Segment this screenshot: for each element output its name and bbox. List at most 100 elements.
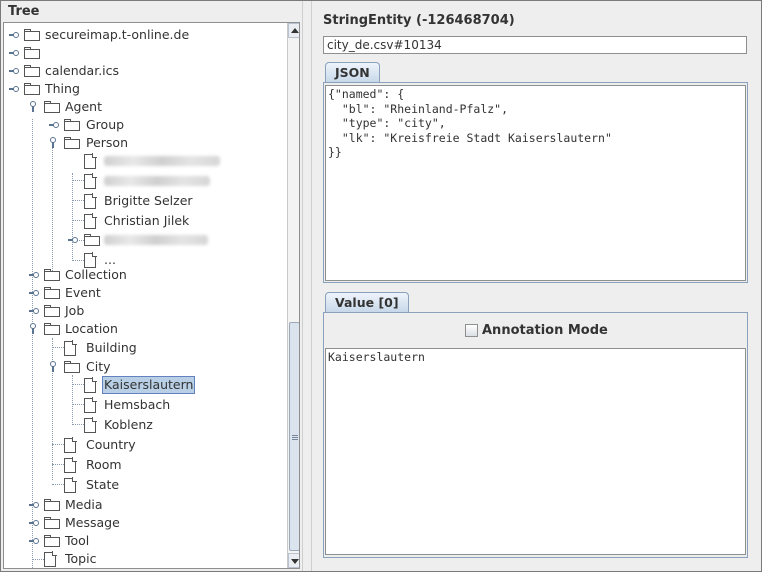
tree-node-city[interactable]: City (48, 358, 268, 376)
tree-node-building[interactable]: Building (48, 339, 268, 357)
expand-handle-icon[interactable] (29, 271, 39, 280)
expand-handle-icon[interactable] (29, 289, 39, 298)
grip-icon (292, 435, 298, 436)
expand-handle-icon[interactable] (29, 307, 39, 316)
annotation-mode-checkbox[interactable] (465, 324, 478, 337)
folder-icon (24, 29, 40, 41)
folder-icon (64, 137, 80, 149)
detail-panel: StringEntity (-126468704) city_de.csv#10… (312, 1, 761, 571)
file-icon (84, 173, 97, 189)
json-editor[interactable]: {"named": { "bl": "Rheinland-Pfalz", "ty… (325, 85, 746, 281)
tree-content: secureimap.t-online.de calendar.ics Thin… (4, 23, 286, 568)
expand-handle-icon[interactable] (29, 519, 39, 528)
tree-node-label: Event (65, 285, 101, 300)
tree-node-event[interactable]: Event (28, 284, 268, 302)
tab-json[interactable]: JSON (325, 62, 380, 82)
tree-node-topic[interactable]: Topic (28, 550, 268, 568)
folder-icon (84, 234, 100, 246)
collapse-handle-icon[interactable] (29, 101, 38, 112)
tree-node-calendar[interactable]: calendar.ics (8, 62, 268, 80)
folder-icon (24, 83, 40, 95)
tree-node-country[interactable]: Country (48, 436, 268, 454)
tree-node-label: Media (65, 497, 103, 512)
tree-node-media[interactable]: Media (28, 496, 268, 514)
file-icon (64, 437, 77, 453)
folder-icon (44, 517, 60, 529)
entity-title: StringEntity (-126468704) (323, 13, 515, 28)
tree-node-label: Group (86, 117, 125, 132)
arrow-down-icon (291, 559, 299, 564)
folder-icon (44, 269, 60, 281)
tab-value[interactable]: Value [0] (325, 292, 409, 312)
collapse-handle-icon[interactable] (29, 323, 38, 334)
annotation-mode-label[interactable]: Annotation Mode (482, 323, 608, 338)
tree-node-message[interactable]: Message (28, 514, 268, 532)
tree-view[interactable]: secureimap.t-online.de calendar.ics Thin… (3, 22, 300, 569)
tree-node-label: Location (65, 321, 118, 336)
tree-node-label: Collection (65, 267, 127, 282)
split-pane-divider[interactable] (302, 1, 312, 571)
tree-node-label: Job (65, 303, 85, 318)
file-icon (64, 457, 77, 473)
expand-handle-icon[interactable] (29, 501, 39, 510)
file-icon (84, 193, 97, 209)
folder-icon (44, 535, 60, 547)
tree-node-state[interactable]: State (48, 476, 268, 494)
folder-icon (44, 323, 60, 335)
collapse-handle-icon[interactable] (49, 361, 58, 372)
tree-node-room[interactable]: Room (48, 456, 268, 474)
collapse-handle-icon[interactable] (49, 137, 58, 148)
expand-handle-icon[interactable] (9, 67, 19, 76)
tree-node-person-redacted[interactable] (68, 172, 268, 190)
tree-node-label: Country (86, 437, 136, 452)
tree-title: Tree (8, 4, 40, 19)
tree-node-hemsbach[interactable]: Hemsbach (68, 396, 268, 414)
tree-node-label: Room (86, 457, 122, 472)
expand-handle-icon[interactable] (29, 537, 39, 546)
file-icon (84, 397, 97, 413)
tree-node-person-redacted[interactable] (68, 152, 268, 170)
scroll-down-button[interactable] (288, 553, 299, 568)
tree-node-collection[interactable]: Collection (28, 266, 268, 284)
tree-node-location[interactable]: Location (28, 320, 268, 338)
tree-node-label: State (86, 477, 120, 492)
tree-node-folder-redacted[interactable] (68, 231, 268, 249)
tree-node-job[interactable]: Job (28, 302, 268, 320)
tree-scrollbar[interactable] (287, 23, 299, 568)
arrow-up-icon (291, 28, 299, 33)
tree-node-label: Agent (65, 99, 102, 114)
tree-node-label: Person (86, 135, 129, 150)
tree-node-agent[interactable]: Agent (28, 98, 268, 116)
entity-source-field[interactable]: city_de.csv#10134 (323, 36, 747, 54)
expand-handle-icon[interactable] (9, 49, 19, 58)
tree-node-kaiserslautern[interactable]: Kaiserslautern (68, 376, 268, 394)
tree-node-label: Hemsbach (104, 397, 171, 412)
redacted-text (104, 156, 220, 166)
file-icon (84, 377, 97, 393)
redacted-text (104, 235, 208, 245)
tree-node-label: City (86, 359, 111, 374)
scrollbar-thumb[interactable] (289, 322, 299, 551)
expand-handle-icon[interactable] (49, 121, 59, 130)
value-editor[interactable]: Kaiserslautern (325, 348, 746, 555)
tree-node-brigitte-selzer[interactable]: Brigitte Selzer (68, 192, 268, 210)
tree-node-tool[interactable]: Tool (28, 532, 268, 550)
tree-node-label-selected: Kaiserslautern (102, 376, 196, 394)
file-icon (64, 340, 77, 356)
expand-handle-icon[interactable] (68, 236, 78, 245)
scroll-up-button[interactable] (288, 23, 299, 38)
expand-handle-icon[interactable] (9, 85, 19, 94)
tree-node-thing[interactable]: Thing (8, 80, 268, 98)
expand-handle-icon[interactable] (9, 31, 19, 40)
folder-icon (64, 119, 80, 131)
tree-node-christian-jilek[interactable]: Christian Jilek (68, 212, 268, 230)
tree-node-unnamed[interactable] (8, 44, 268, 62)
folder-icon (24, 47, 40, 59)
tree-node-label: Tool (65, 533, 90, 548)
tree-node-person[interactable]: Person (48, 134, 268, 152)
tree-node-group[interactable]: Group (48, 116, 268, 134)
tree-node-koblenz[interactable]: Koblenz (68, 416, 268, 434)
folder-icon (44, 287, 60, 299)
tree-node-label: Building (86, 340, 137, 355)
tree-node-secureimap[interactable]: secureimap.t-online.de (8, 26, 268, 44)
